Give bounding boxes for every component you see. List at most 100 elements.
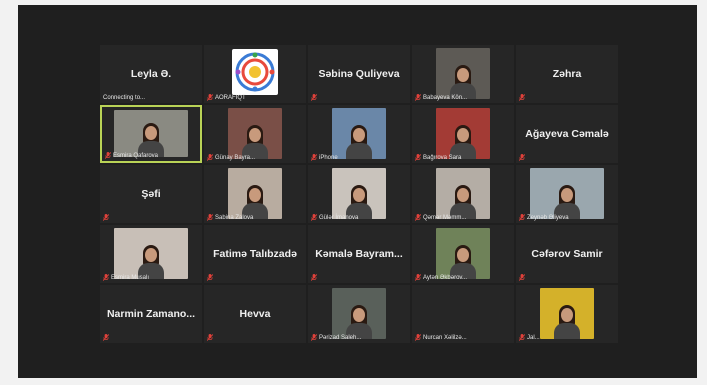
- participant-name-label: Nurcan Xəlilzə...: [415, 334, 467, 341]
- participant-display-name: Hevva: [239, 308, 271, 320]
- participant-name: Esmira Musalı: [111, 274, 150, 281]
- muted-mic-icon: [519, 334, 525, 341]
- muted-mic-icon: [519, 214, 525, 221]
- participant-name-label: [519, 274, 525, 281]
- participant-tile[interactable]: iPhone: [308, 105, 410, 163]
- participant-name: Günay Bayra...: [215, 154, 256, 161]
- participant-tile[interactable]: Leyla Ə. Connecting to...: [100, 45, 202, 103]
- muted-mic-icon: [415, 334, 421, 341]
- participant-display-name: Narmin Zamano...: [106, 308, 196, 320]
- zoom-window: Leyla Ə. Connecting to... AORAFIQT Səbinə Q…: [18, 5, 697, 378]
- participant-tile[interactable]: Esmira Musalı: [100, 225, 202, 283]
- participant-name-label: Gülər İmanova: [311, 214, 358, 221]
- muted-mic-icon: [207, 94, 213, 101]
- participant-video: [540, 288, 594, 339]
- participant-name-label: iPhone: [311, 154, 338, 161]
- muted-mic-icon: [415, 274, 421, 281]
- participant-name: Connecting to...: [103, 95, 146, 101]
- participant-tile[interactable]: Kəmalə Bayram...: [308, 225, 410, 283]
- participant-name-label: [103, 214, 109, 221]
- participant-name: Esmira Qafarova: [113, 152, 159, 159]
- participant-name: Bağırova Sara: [423, 154, 462, 161]
- participant-name: Sabina Zalova: [215, 214, 254, 221]
- participant-name-label: Aytən Əkbərov...: [415, 274, 467, 281]
- participant-video: [114, 110, 188, 157]
- muted-mic-icon: [103, 274, 109, 281]
- muted-mic-icon: [519, 274, 525, 281]
- participant-tile[interactable]: Ağayeva Cəmalə: [516, 105, 618, 163]
- participant-tile[interactable]: Cəfərov Samir: [516, 225, 618, 283]
- participant-display-name: Ağayeva Cəmalə: [525, 128, 609, 140]
- participant-name: AORAFIQT: [215, 94, 246, 101]
- participant-tile[interactable]: Nurcan Xəlilzə...: [412, 285, 514, 343]
- participant-name-label: Jal...: [519, 334, 540, 341]
- participant-name-label: Connecting to...: [103, 95, 145, 101]
- muted-mic-icon: [311, 154, 317, 161]
- participant-name-label: Zeynəb Əliyeva: [519, 214, 569, 221]
- muted-mic-icon: [519, 94, 525, 101]
- participant-tile[interactable]: Pərizad Saleh...: [308, 285, 410, 343]
- participant-tile[interactable]: Zəhra: [516, 45, 618, 103]
- participant-name-label: Günay Bayra...: [207, 154, 255, 161]
- participant-video: [332, 168, 386, 219]
- participant-display-name: Leyla Ə.: [130, 68, 172, 80]
- participant-tile[interactable]: Qəmər Məmm...: [412, 165, 514, 223]
- participant-display-name: Zəhra: [552, 68, 582, 80]
- participant-name: Pərizad Saleh...: [319, 334, 362, 341]
- muted-mic-icon: [207, 214, 213, 221]
- muted-mic-icon: [311, 274, 317, 281]
- participant-tile[interactable]: Bağırova Sara: [412, 105, 514, 163]
- participant-name-label: [103, 334, 109, 341]
- muted-mic-icon: [105, 152, 111, 159]
- muted-mic-icon: [207, 154, 213, 161]
- participant-video: [228, 108, 282, 159]
- participant-display-name: Kəmalə Bayram...: [315, 248, 403, 260]
- participant-tile[interactable]: Narmin Zamano...: [100, 285, 202, 343]
- participant-video: [530, 168, 604, 219]
- participant-video: [332, 288, 386, 339]
- participant-name: Nurcan Xəlilzə...: [423, 334, 467, 341]
- participant-name: Aytən Əkbərov...: [423, 274, 467, 281]
- participant-tile[interactable]: AORAFIQT: [204, 45, 306, 103]
- participant-tile[interactable]: Səbinə Quliyeva: [308, 45, 410, 103]
- participant-tile[interactable]: Gülər İmanova: [308, 165, 410, 223]
- participant-name-label: [207, 274, 213, 281]
- participant-tile[interactable]: Esmira Qafarova: [100, 105, 202, 163]
- participant-tile[interactable]: Günay Bayra...: [204, 105, 306, 163]
- muted-mic-icon: [311, 214, 317, 221]
- participant-name-label: Esmira Qafarova: [105, 152, 158, 159]
- participant-name-label: [207, 334, 213, 341]
- muted-mic-icon: [415, 94, 421, 101]
- participant-name-label: Pərizad Saleh...: [311, 334, 361, 341]
- participant-name: Gülər İmanova: [319, 214, 359, 221]
- participant-name-label: [311, 94, 317, 101]
- participant-display-name: Səbinə Quliyeva: [318, 68, 400, 80]
- muted-mic-icon: [519, 154, 525, 161]
- participant-name-label: [311, 274, 317, 281]
- participant-name: iPhone: [319, 154, 338, 161]
- participant-tile[interactable]: Jal...: [516, 285, 618, 343]
- participant-tile[interactable]: Hevva: [204, 285, 306, 343]
- participant-name: Qəmər Məmm...: [423, 214, 467, 221]
- participant-tile[interactable]: Sabina Zalova: [204, 165, 306, 223]
- participant-video: [436, 168, 490, 219]
- participant-name-label: AORAFIQT: [207, 94, 246, 101]
- participant-name: Babayeva Kön...: [423, 94, 468, 101]
- participant-video: [436, 108, 490, 159]
- participant-tile[interactable]: Fatimə Talıbzadə: [204, 225, 306, 283]
- muted-mic-icon: [207, 334, 213, 341]
- participant-gallery: Leyla Ə. Connecting to... AORAFIQT Səbinə Q…: [100, 45, 618, 343]
- participant-tile[interactable]: Şəfi: [100, 165, 202, 223]
- participant-tile[interactable]: Zeynəb Əliyeva: [516, 165, 618, 223]
- participant-tile[interactable]: Babayeva Kön...: [412, 45, 514, 103]
- participant-video: [228, 168, 282, 219]
- muted-mic-icon: [103, 334, 109, 341]
- muted-mic-icon: [311, 334, 317, 341]
- participant-display-name: Fatimə Talıbzadə: [213, 248, 297, 260]
- participant-display-name: Cəfərov Samir: [531, 248, 603, 260]
- muted-mic-icon: [311, 94, 317, 101]
- participant-name-label: Esmira Musalı: [103, 274, 149, 281]
- participant-tile[interactable]: Aytən Əkbərov...: [412, 225, 514, 283]
- participant-video: [332, 108, 386, 159]
- participant-name-label: Sabina Zalova: [207, 214, 253, 221]
